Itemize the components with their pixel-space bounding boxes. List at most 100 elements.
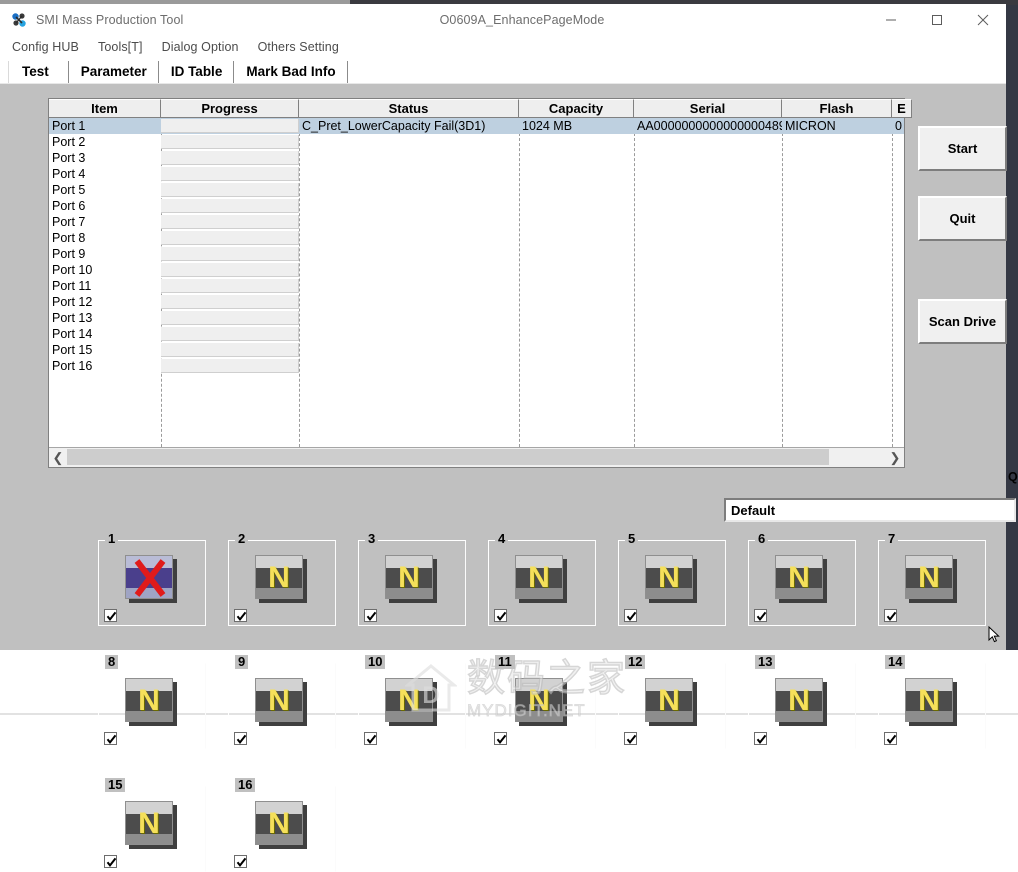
cell-capacity	[519, 230, 634, 246]
drive-icon-face: N	[125, 801, 173, 845]
table-row[interactable]: Port 2	[49, 134, 904, 150]
cell-flash	[782, 134, 892, 150]
tile-checkbox[interactable]	[234, 855, 247, 868]
device-tile-14[interactable]: 14 N	[878, 655, 986, 749]
cell-serial	[634, 182, 782, 198]
menu-item-tools[interactable]: Tools[T]	[98, 40, 143, 54]
cell-extra: 0	[895, 119, 902, 133]
column-header-progress[interactable]: Progress	[161, 99, 299, 118]
column-header-serial[interactable]: Serial	[634, 99, 782, 118]
cell-status	[299, 310, 519, 326]
maximize-button[interactable]	[914, 4, 960, 36]
device-tile-16[interactable]: 16 N	[228, 778, 336, 872]
scrollbar-track[interactable]	[67, 448, 886, 467]
table-row[interactable]: Port 8	[49, 230, 904, 246]
device-tile-1[interactable]: 1	[98, 532, 206, 626]
tile-checkbox[interactable]	[884, 732, 897, 745]
drive-normal-icon: N	[645, 678, 697, 726]
cell-flash	[782, 294, 892, 310]
tab-id-table[interactable]: ID Table	[158, 61, 235, 83]
tab-parameter[interactable]: Parameter	[68, 61, 159, 83]
config-combo-value: Default	[731, 502, 776, 518]
table-row[interactable]: Port 1 C_Pret_LowerCapacity Fail(3D1) 1024…	[49, 118, 904, 134]
device-tile-9[interactable]: 9N	[228, 655, 336, 749]
chevron-right-icon[interactable]: ❯	[886, 448, 904, 467]
config-combo-box[interactable]: Default	[724, 498, 1016, 522]
tile-checkbox[interactable]	[884, 609, 897, 622]
start-button[interactable]: Start	[918, 126, 1007, 171]
tab-mark-bad-info[interactable]: Mark Bad Info	[234, 61, 348, 83]
cell-progress	[161, 199, 299, 213]
chevron-left-icon[interactable]: ❮	[49, 448, 67, 467]
tile-checkbox[interactable]	[234, 609, 247, 622]
cell-serial	[634, 198, 782, 214]
cell-extra	[892, 230, 904, 246]
menu-item-dialog-option[interactable]: Dialog Option	[162, 40, 239, 54]
column-header-item[interactable]: Item	[49, 99, 161, 118]
table-row[interactable]: Port 11	[49, 278, 904, 294]
close-button[interactable]	[960, 4, 1006, 36]
table-row[interactable]: Port 12	[49, 294, 904, 310]
tile-checkbox[interactable]	[494, 732, 507, 745]
scrollbar-thumb[interactable]	[67, 449, 829, 465]
cell-status	[299, 358, 519, 374]
table-row[interactable]: Port 7	[49, 214, 904, 230]
cell-progress	[161, 247, 299, 261]
device-tile-7[interactable]: 7N	[878, 532, 986, 626]
device-tile-15[interactable]: 15 N	[98, 778, 206, 872]
table-row[interactable]: Port 4	[49, 166, 904, 182]
tile-checkbox[interactable]	[624, 732, 637, 745]
tile-checkbox[interactable]	[234, 732, 247, 745]
title-bar: SMI Mass Production Tool O0609A_EnhanceP…	[0, 4, 1006, 36]
device-tile-10[interactable]: 10 N	[358, 655, 466, 749]
tile-checkbox[interactable]	[624, 609, 637, 622]
scan-drive-button[interactable]: Scan Drive	[918, 299, 1007, 344]
minimize-button[interactable]	[868, 4, 914, 36]
table-row[interactable]: Port 3	[49, 150, 904, 166]
tile-checkbox[interactable]	[494, 609, 507, 622]
cell-status	[299, 134, 519, 150]
device-tile-5[interactable]: 5N	[618, 532, 726, 626]
menu-item-others-setting[interactable]: Others Setting	[258, 40, 339, 54]
cell-serial	[634, 262, 782, 278]
tab-test[interactable]: Test	[8, 61, 69, 83]
tile-checkbox[interactable]	[104, 732, 117, 745]
device-tile-13[interactable]: 13 N	[748, 655, 856, 749]
drive-status-letter: N	[528, 684, 550, 717]
tile-checkbox[interactable]	[754, 732, 767, 745]
tile-checkbox[interactable]	[104, 855, 117, 868]
device-tile-8[interactable]: 8N	[98, 655, 206, 749]
device-tile-6[interactable]: 6N	[748, 532, 856, 626]
table-row[interactable]: Port 9	[49, 246, 904, 262]
horizontal-scrollbar[interactable]: ❮ ❯	[49, 447, 904, 467]
table-row[interactable]: Port 15	[49, 342, 904, 358]
column-header-e[interactable]: E	[892, 99, 912, 118]
cell-progress	[161, 359, 299, 373]
table-row[interactable]: Port 13	[49, 310, 904, 326]
table-row[interactable]: Port 14	[49, 326, 904, 342]
device-tile-2[interactable]: 2N	[228, 532, 336, 626]
device-tile-3[interactable]: 3N	[358, 532, 466, 626]
column-header-status[interactable]: Status	[299, 99, 519, 118]
table-row[interactable]: Port 5	[49, 182, 904, 198]
device-tile-12[interactable]: 12 N	[618, 655, 726, 749]
table-row[interactable]: Port 6	[49, 198, 904, 214]
tile-checkbox[interactable]	[754, 609, 767, 622]
tile-checkbox[interactable]	[364, 732, 377, 745]
quit-button[interactable]: Quit	[918, 196, 1007, 241]
table-row[interactable]: Port 16	[49, 358, 904, 374]
cell-extra	[892, 294, 904, 310]
device-tile-4[interactable]: 4N	[488, 532, 596, 626]
tile-checkbox[interactable]	[364, 609, 377, 622]
drive-status-letter: N	[268, 684, 290, 717]
table-row[interactable]: Port 10	[49, 262, 904, 278]
menu-item-config-hub[interactable]: Config HUB	[12, 40, 79, 54]
device-tile-11[interactable]: 11 N	[488, 655, 596, 749]
drive-normal-icon: N	[515, 555, 567, 603]
cell-progress	[161, 135, 299, 149]
cell-serial: AA0000000000000000489	[637, 119, 782, 133]
table-body: Port 1 C_Pret_LowerCapacity Fail(3D1) 1024…	[49, 118, 904, 467]
tile-checkbox[interactable]	[104, 609, 117, 622]
column-header-flash[interactable]: Flash	[782, 99, 892, 118]
column-header-capacity[interactable]: Capacity	[519, 99, 634, 118]
